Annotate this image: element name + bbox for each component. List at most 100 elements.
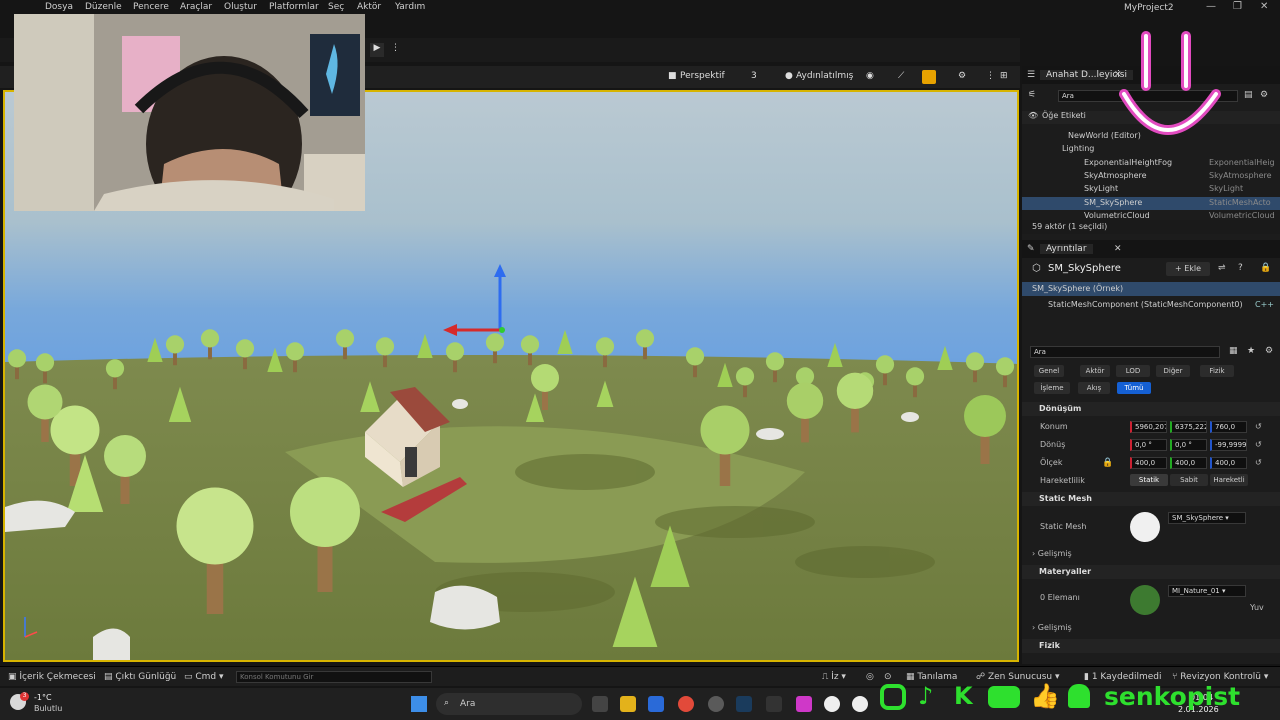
show-icon[interactable]: ◉: [866, 71, 874, 81]
github-desktop-icon[interactable]: [708, 696, 724, 712]
reset-icon[interactable]: ↺: [1255, 440, 1262, 449]
console-input[interactable]: Konsol Komutunu Gir: [236, 671, 432, 683]
output-log-button[interactable]: ▤ Çıktı Günlüğü: [104, 672, 176, 682]
rotation-field[interactable]: -99,9999: [1210, 439, 1247, 451]
details-tab[interactable]: Ayrıntılar: [1040, 244, 1093, 254]
filter-chip[interactable]: Fizik: [1200, 365, 1234, 377]
steam-icon[interactable]: [736, 696, 752, 712]
material-picker[interactable]: MI_Nature_01 ▾: [1168, 585, 1246, 597]
grid-icon[interactable]: ▦: [1229, 346, 1238, 356]
snap-icon[interactable]: ⟋: [898, 71, 904, 81]
unsaved-button[interactable]: ▮ 1 Kaydedilmedi: [1084, 672, 1161, 682]
task-view-icon[interactable]: [592, 696, 608, 712]
view-count[interactable]: 3: [751, 71, 757, 81]
menu-6[interactable]: Seç: [328, 2, 344, 12]
chrome-icon[interactable]: [678, 696, 694, 712]
unreal-icon[interactable]: [824, 696, 840, 712]
zen-server-button[interactable]: ☍ Zen Sunucusu ▾: [976, 672, 1060, 682]
play-icon[interactable]: ▶: [370, 43, 384, 57]
scale-lock-icon[interactable]: 🔒: [1102, 458, 1113, 468]
rotation-dropdown[interactable]: Dönüş: [1040, 440, 1065, 449]
rotation-field[interactable]: 0,0 °: [1170, 439, 1207, 451]
details-search-input[interactable]: Ara: [1030, 346, 1220, 358]
location-dropdown[interactable]: Konum: [1040, 422, 1068, 431]
settings-icon[interactable]: ⚙: [958, 71, 966, 81]
materials-category[interactable]: Materyaller: [1022, 565, 1280, 579]
advanced-expander-2[interactable]: › Gelişmiş: [1032, 623, 1072, 632]
menu-0[interactable]: Dosya: [45, 2, 73, 12]
static-mesh-category[interactable]: Static Mesh: [1022, 492, 1280, 506]
outliner-row[interactable]: SM_SkySphere StaticMeshActo: [1022, 196, 1280, 210]
actor-name[interactable]: SM_SkySphere: [1048, 263, 1121, 274]
add-component-button[interactable]: + Ekle: [1166, 262, 1210, 276]
derive-button[interactable]: ▦ Tanılama: [906, 672, 957, 682]
more-options-icon[interactable]: ⋮: [391, 43, 400, 53]
outliner-row[interactable]: ExponentialHeightFog ExponentialHeig: [1022, 157, 1280, 170]
scale-dropdown[interactable]: Ölçek: [1040, 458, 1062, 467]
perspective-dropdown[interactable]: Perspektif: [680, 71, 725, 81]
menu-1[interactable]: Düzenle: [85, 2, 122, 12]
static-mesh-picker[interactable]: SM_SkySphere ▾: [1168, 512, 1246, 524]
start-icon[interactable]: [411, 696, 427, 712]
outliner-row[interactable]: SkyLight SkyLight: [1022, 183, 1280, 196]
scale-field[interactable]: 400,0: [1170, 457, 1207, 469]
store-icon[interactable]: [648, 696, 664, 712]
help-icon[interactable]: ?: [1238, 263, 1243, 273]
taskbar-search[interactable]: ⌕ Ara: [436, 693, 582, 715]
revision-control-button[interactable]: ⑂ Revizyon Kontrolü ▾: [1172, 672, 1268, 682]
outliner-row[interactable]: SkyAtmosphere SkyAtmosphere: [1022, 170, 1280, 183]
item-label-column[interactable]: Öğe Etiketi: [1042, 111, 1086, 120]
filter-chip[interactable]: LOD: [1116, 365, 1150, 377]
layout-icon[interactable]: ⊞: [1000, 71, 1008, 81]
scale-field[interactable]: 400,0: [1130, 457, 1167, 469]
outliner-settings-icon[interactable]: ⚙: [1260, 90, 1268, 100]
location-field[interactable]: 760,0: [1210, 421, 1247, 433]
add-folder-icon[interactable]: ▤: [1244, 90, 1253, 100]
unreal-icon-2[interactable]: [852, 696, 868, 712]
cmd-dropdown[interactable]: ▭ Cmd ▾: [184, 672, 224, 682]
menu-4[interactable]: Oluştur: [224, 2, 257, 12]
material-thumbnail[interactable]: [1130, 585, 1160, 615]
filter-chip[interactable]: İşleme: [1034, 382, 1070, 394]
details-close-icon[interactable]: ✕: [1114, 244, 1122, 254]
instance-row[interactable]: SM_SkySphere (Örnek): [1022, 282, 1280, 296]
location-field[interactable]: 6375,222: [1170, 421, 1207, 433]
menu-3[interactable]: Araçlar: [180, 2, 212, 12]
transform-category[interactable]: Dönüşüm: [1022, 402, 1280, 416]
lit-mode-dropdown[interactable]: Aydınlatılmış: [796, 71, 853, 81]
menu-7[interactable]: Aktör: [357, 2, 381, 12]
close-icon[interactable]: ✕: [1260, 1, 1268, 12]
menu-5[interactable]: Platformlar: [269, 2, 319, 12]
epic-games-icon[interactable]: [766, 696, 782, 712]
mobility-option[interactable]: Sabit: [1170, 474, 1208, 486]
reset-icon[interactable]: ↺: [1255, 422, 1262, 431]
advanced-expander[interactable]: › Gelişmiş: [1032, 549, 1072, 558]
favorite-icon[interactable]: ★: [1247, 346, 1255, 356]
filter-chip[interactable]: Diğer: [1156, 365, 1190, 377]
maximize-icon[interactable]: ❐: [1233, 1, 1242, 12]
minimize-icon[interactable]: —: [1206, 1, 1216, 12]
app-icon[interactable]: [796, 696, 812, 712]
lock-icon[interactable]: 🔒: [1260, 263, 1271, 273]
record-icon[interactable]: ◎: [866, 672, 874, 682]
mobility-option[interactable]: Hareketli: [1210, 474, 1248, 486]
screenshot-icon[interactable]: ⊙: [884, 672, 892, 682]
realtime-icon[interactable]: [922, 70, 936, 84]
filter-chip[interactable]: Tümü: [1117, 382, 1151, 394]
menu-8[interactable]: Yardım: [395, 2, 425, 12]
reset-icon[interactable]: ↺: [1255, 458, 1262, 467]
trace-button[interactable]: ⎍ İz ▾: [822, 672, 846, 682]
filter-chip[interactable]: Akış: [1078, 382, 1110, 394]
component-row[interactable]: StaticMeshComponent (StaticMeshComponent…: [1022, 299, 1280, 312]
static-mesh-thumbnail[interactable]: [1130, 512, 1160, 542]
viewport-options-icon[interactable]: ⋮: [986, 71, 995, 81]
menu-2[interactable]: Pencere: [133, 2, 169, 12]
filter-chip[interactable]: Genel: [1034, 365, 1064, 377]
blueprint-icon[interactable]: ⇌: [1218, 263, 1226, 273]
filter-chip[interactable]: Aktör: [1080, 365, 1110, 377]
details-settings-icon[interactable]: ⚙: [1265, 346, 1273, 356]
location-field[interactable]: 5960,207: [1130, 421, 1167, 433]
physics-category[interactable]: Fizik: [1022, 639, 1280, 653]
mobility-option[interactable]: Statik: [1130, 474, 1168, 486]
rotation-field[interactable]: 0,0 °: [1130, 439, 1167, 451]
